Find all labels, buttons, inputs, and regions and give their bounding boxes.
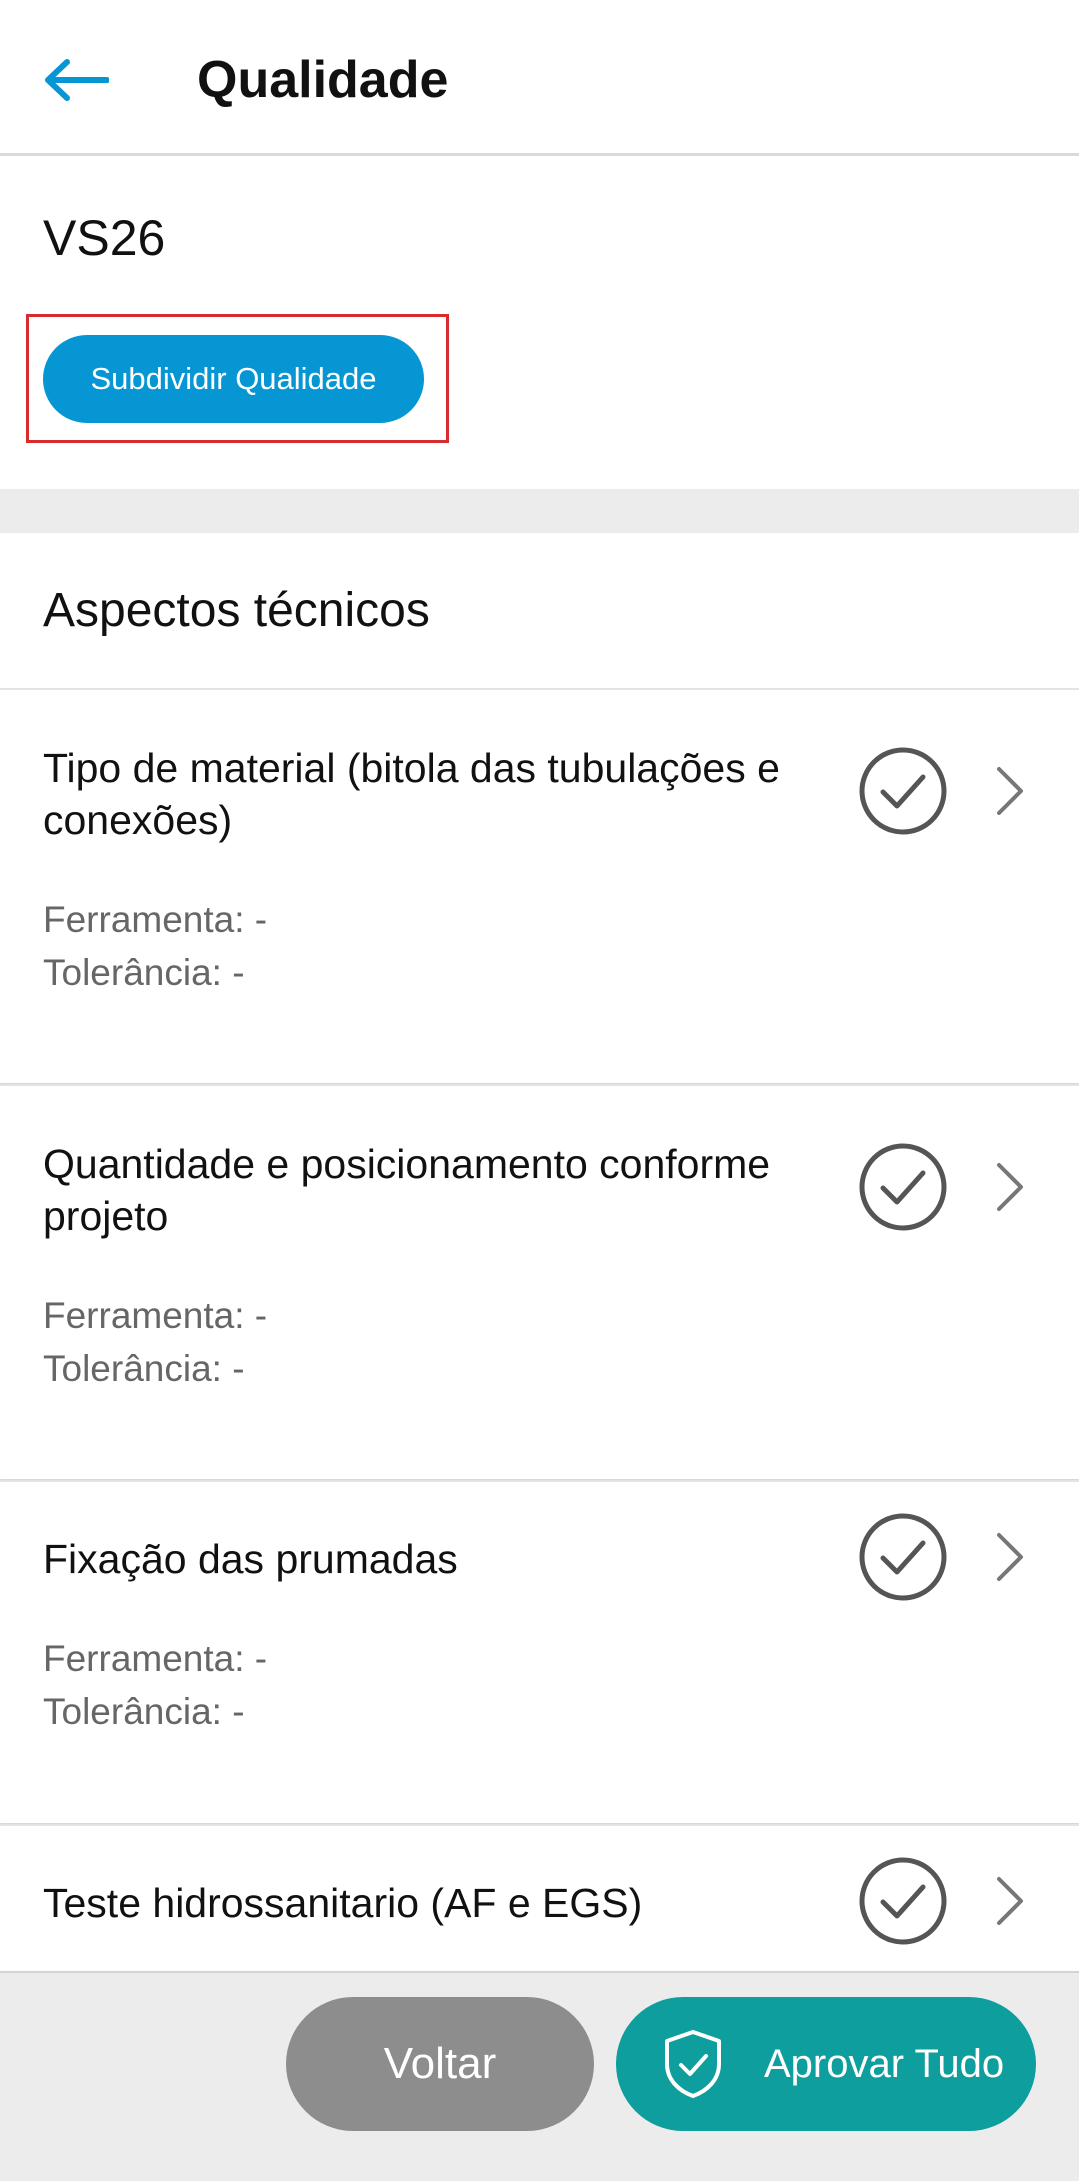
aspect-title: Teste hidrossanitario (AF e EGS): [43, 1880, 643, 1926]
arrow-left-icon: [45, 59, 109, 101]
subdivide-quality-button[interactable]: Subdividir Qualidade: [43, 335, 424, 423]
app-bar: Qualidade: [0, 0, 1079, 156]
aspect-card[interactable]: Tipo de material (bitola das tubulações …: [0, 688, 1079, 1083]
aspect-title: Fixação das prumadas: [43, 1536, 458, 1582]
bottom-action-bar: Voltar Aprovar Tudo: [0, 1971, 1079, 2181]
check-circle-icon[interactable]: [858, 1512, 948, 1602]
section-divider: [0, 489, 1079, 533]
section-title: Aspectos técnicos: [43, 584, 430, 637]
aspect-tool: Ferramenta: -: [43, 1638, 268, 1679]
approve-all-label: Aprovar Tudo: [764, 2041, 1005, 2086]
aspect-title: Tipo de material (bitola das tubulações …: [43, 745, 780, 843]
chevron-right-icon[interactable]: [993, 765, 1027, 817]
chevron-right-icon[interactable]: [993, 1161, 1027, 1213]
check-circle-icon[interactable]: [858, 1142, 948, 1232]
aspect-card[interactable]: Quantidade e posicionamento conforme pro…: [0, 1084, 1079, 1479]
chevron-right-icon[interactable]: [993, 1531, 1027, 1583]
aspect-title: Quantidade e posicionamento conforme pro…: [43, 1141, 771, 1239]
chevron-right-icon[interactable]: [993, 1875, 1027, 1927]
check-circle-icon[interactable]: [858, 1856, 948, 1946]
section-header: Aspectos técnicos: [0, 533, 1079, 688]
aspect-tolerance: Tolerância: -: [43, 1348, 245, 1389]
aspect-tolerance: Tolerância: -: [43, 952, 245, 993]
item-code: VS26: [43, 210, 166, 266]
page-title: Qualidade: [197, 51, 449, 109]
shield-check-icon: [665, 2030, 721, 2098]
approve-all-button[interactable]: Aprovar Tudo: [616, 1997, 1036, 2131]
check-circle-icon[interactable]: [858, 746, 948, 836]
item-header-card: VS26 Subdividir Qualidade: [0, 159, 1079, 489]
aspect-tool: Ferramenta: -: [43, 899, 268, 940]
aspect-tolerance: Tolerância: -: [43, 1691, 245, 1732]
aspect-card[interactable]: Fixação das prumadas Ferramenta: - Toler…: [0, 1480, 1079, 1823]
aspect-card[interactable]: Teste hidrossanitario (AF e EGS): [0, 1824, 1079, 1971]
back-footer-button[interactable]: Voltar: [286, 1997, 594, 2131]
aspect-tool: Ferramenta: -: [43, 1295, 268, 1336]
aspects-list[interactable]: Tipo de material (bitola das tubulações …: [0, 688, 1079, 1971]
back-button[interactable]: [36, 40, 116, 120]
